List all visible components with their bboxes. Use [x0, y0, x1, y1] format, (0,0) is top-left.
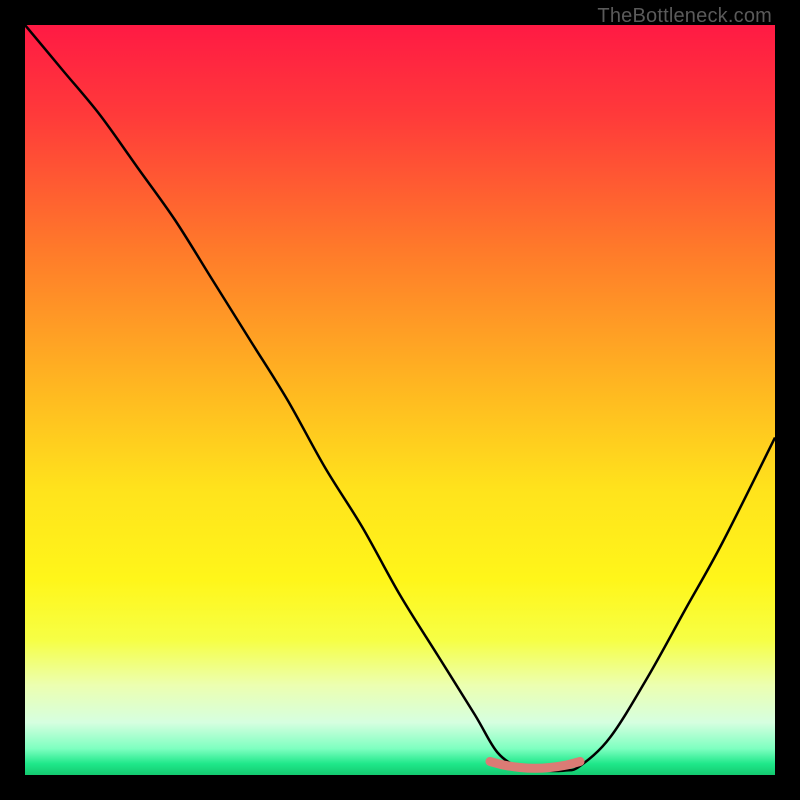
gradient-background: [25, 25, 775, 775]
chart-frame: TheBottleneck.com: [0, 0, 800, 800]
plot-area: [25, 25, 775, 775]
chart-svg: [25, 25, 775, 775]
watermark-text: TheBottleneck.com: [597, 5, 772, 28]
